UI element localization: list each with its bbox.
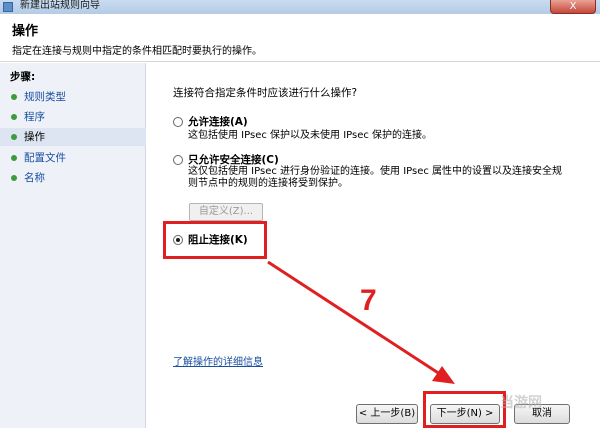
step-bullet-icon — [11, 134, 17, 140]
sidebar-item-name[interactable]: 名称 — [0, 169, 146, 187]
learn-more-link[interactable]: 了解操作的详细信息 — [173, 353, 263, 368]
window-icon — [3, 2, 13, 12]
customize-button[interactable]: 自定义(Z)... — [189, 203, 263, 221]
secure-only-radio[interactable] — [173, 155, 183, 165]
annotation-step-number: 7 — [360, 284, 377, 317]
sidebar-item-program[interactable]: 程序 — [0, 108, 146, 126]
allow-option-desc: 这包括使用 IPsec 保护以及未使用 IPsec 保护的连接。 — [188, 130, 433, 141]
close-button[interactable]: X — [550, 0, 596, 14]
back-button[interactable]: < 上一步(B) — [356, 404, 418, 424]
sidebar-item-action[interactable]: 操作 — [0, 128, 146, 146]
secure-only-option-label[interactable]: 只允许安全连接(C) — [188, 152, 279, 167]
sidebar-item-rule-type[interactable]: 规则类型 — [0, 88, 146, 106]
page-subtitle: 指定在连接与规则中指定的条件相匹配时要执行的操作。 — [12, 46, 262, 57]
sidebar-item-label: 操作 — [24, 131, 45, 143]
block-option-label[interactable]: 阻止连接(K) — [188, 232, 248, 247]
wizard-header: 操作 指定在连接与规则中指定的条件相匹配时要执行的操作。 — [0, 14, 600, 62]
page-title: 操作 — [12, 24, 39, 39]
step-bullet-icon — [11, 94, 17, 100]
action-question: 连接符合指定条件时应该进行什么操作? — [173, 87, 358, 99]
allow-radio[interactable] — [173, 117, 183, 127]
sidebar-item-label: 规则类型 — [24, 91, 66, 103]
sidebar-item-label: 程序 — [24, 111, 45, 123]
step-bullet-icon — [11, 114, 17, 120]
main-panel: 连接符合指定条件时应该进行什么操作? 允许连接(A) 这包括使用 IPsec 保… — [147, 63, 600, 428]
secure-only-option-desc: 这仅包括使用 IPsec 进行身份验证的连接。使用 IPsec 属性中的设置以及… — [188, 166, 563, 189]
block-radio[interactable] — [173, 235, 183, 245]
allow-option-label[interactable]: 允许连接(A) — [188, 114, 248, 129]
steps-sidebar: 步骤: 规则类型 程序 操作 配置文件 名称 — [0, 63, 146, 428]
window-title: 新建出站规则向导 — [20, 0, 100, 11]
sidebar-item-label: 名称 — [24, 172, 45, 184]
step-bullet-icon — [11, 155, 17, 161]
annotation-highlight-box — [423, 391, 506, 428]
watermark: 当游网 — [500, 395, 542, 411]
steps-label: 步骤: — [10, 71, 36, 83]
sidebar-item-label: 配置文件 — [24, 152, 66, 164]
title-bar: 新建出站规则向导 X — [0, 0, 600, 14]
sidebar-item-profile[interactable]: 配置文件 — [0, 149, 146, 167]
step-bullet-icon — [11, 175, 17, 181]
